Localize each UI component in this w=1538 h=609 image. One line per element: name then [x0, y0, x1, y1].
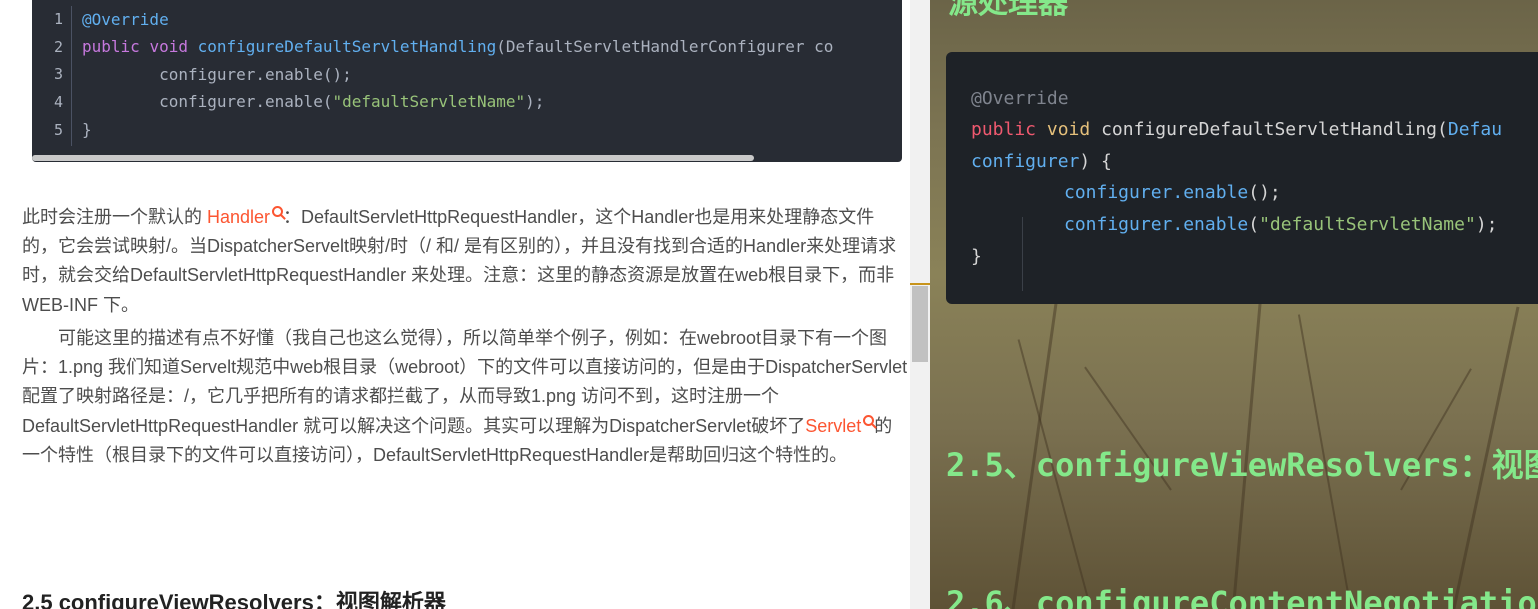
preview-pane: 源处理器 @Override public void configureDefa… — [930, 0, 1538, 609]
search-icon[interactable] — [863, 414, 875, 426]
code-line-1: @Override — [82, 10, 169, 29]
code-method: .enable — [1172, 182, 1249, 203]
code-line-2: public void configureDefaultServletHandl… — [971, 119, 1502, 140]
rendered-code-block: @Override public void configureDefaultSe… — [946, 52, 1538, 304]
section-heading-2-5: 2.5、configureViewResolvers：视图 — [946, 446, 1538, 484]
code-line-1: @Override — [971, 88, 1069, 109]
code-line-2: public void configureDefaultServletHandl… — [82, 37, 833, 56]
code-object: configurer — [1064, 182, 1173, 203]
paragraph-text: 此时会注册一个默认的 — [22, 207, 207, 227]
section-heading-2-6: 2.6、configureContentNegotiation — [946, 584, 1538, 609]
code-type: Defau — [1447, 119, 1503, 140]
code-punct: ( — [1248, 214, 1260, 235]
code-punct: ); — [1475, 214, 1498, 235]
code-keyword: void — [149, 37, 188, 56]
paragraph-2: 可能这里的描述有点不好懂（我自己也这么觉得），所以简单举个例子，例如：在webr… — [22, 324, 910, 470]
code-block: 1 2 3 4 5 @Override public void configur… — [32, 0, 902, 162]
article-pane: 1 2 3 4 5 @Override public void configur… — [0, 0, 910, 609]
code-horizontal-scrollbar[interactable] — [32, 155, 754, 161]
code-line-4: configurer.enable(); — [1064, 182, 1281, 203]
code-function: configureDefaultServletHandling( — [1101, 119, 1448, 140]
indent-guide — [1022, 217, 1023, 291]
code-call: configurer.enable( — [82, 92, 333, 111]
code-function: configureDefaultServletHandling — [197, 37, 497, 56]
code-line-3: configurer.enable(); — [82, 65, 352, 84]
code-param: configurer — [971, 151, 1080, 172]
section-heading: 2.5 configureViewResolvers：视图解析器 — [22, 590, 446, 609]
code-method: .enable — [1172, 214, 1249, 235]
code-string: "defaultServletName" — [332, 92, 526, 111]
code-line-6: } — [971, 246, 982, 267]
line-number: 4 — [53, 93, 63, 111]
search-icon[interactable] — [272, 206, 284, 217]
code-call-end: ); — [525, 92, 545, 111]
code-line-4: configurer.enable("defaultServletName"); — [82, 92, 544, 111]
code-keyword: void — [1046, 119, 1091, 140]
code-string: "defaultServletName" — [1259, 214, 1476, 235]
scrollbar-thumb[interactable] — [912, 286, 928, 362]
paragraph-text: 可能这里的描述有点不好懂（我自己也这么觉得），所以简单举个例子，例如：在webr… — [22, 328, 908, 436]
paragraph-1: 此时会注册一个默认的 Handler ：DefaultServletHttpReq… — [22, 203, 910, 320]
code-params: (DefaultServletHandlerConfigurer co — [496, 37, 834, 56]
code-keyword: public — [82, 37, 140, 56]
line-number-gutter: 1 2 3 4 5 — [32, 6, 72, 146]
code-keyword: public — [971, 119, 1037, 140]
section-heading-partial: 源处理器 — [948, 0, 1068, 21]
vertical-scrollbar[interactable] — [910, 0, 930, 609]
servlet-link[interactable]: Servlet — [805, 416, 861, 436]
line-number: 1 — [53, 10, 63, 28]
code-line-3: configurer) { — [971, 151, 1112, 172]
code-punct: (); — [1248, 182, 1281, 203]
code-line-5: configurer.enable("defaultServletName"); — [1064, 214, 1498, 235]
line-number: 3 — [53, 65, 63, 83]
code-object: configurer — [1064, 214, 1173, 235]
handler-link[interactable]: Handler — [207, 207, 270, 227]
line-number: 2 — [53, 38, 63, 56]
code-punct: ) { — [1079, 151, 1112, 172]
code-line-5: } — [82, 120, 92, 139]
line-number: 5 — [53, 121, 63, 139]
